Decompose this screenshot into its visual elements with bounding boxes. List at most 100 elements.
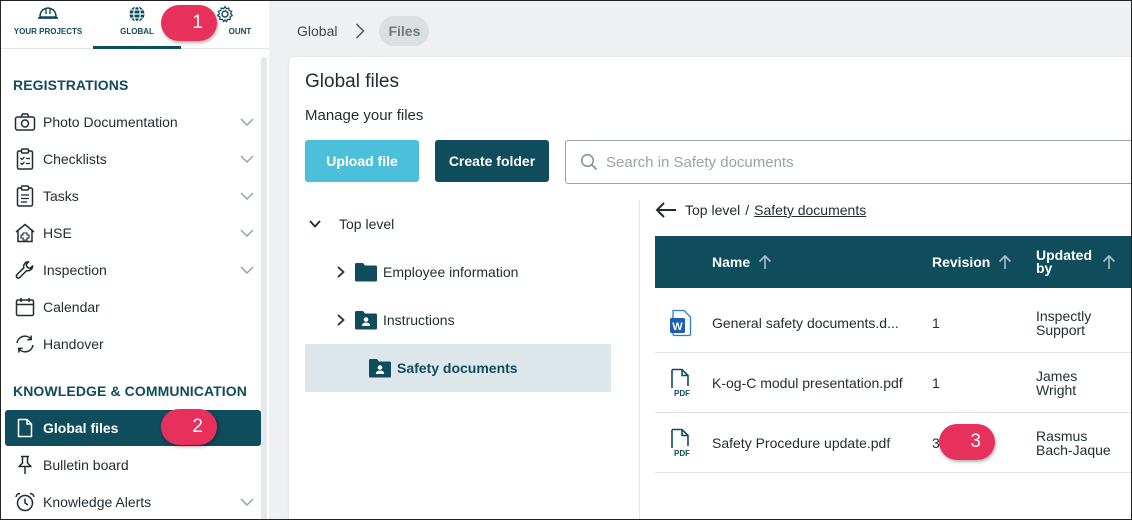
sort-arrow-icon[interactable] [998, 254, 1012, 270]
chevron-down-icon[interactable] [305, 220, 325, 228]
column-header-label: Updated by [1036, 248, 1092, 275]
file-revision: 1 [932, 315, 940, 331]
breadcrumb-global[interactable]: Global [297, 23, 337, 39]
path-root[interactable]: Top level [685, 202, 740, 218]
tree-root[interactable]: Top level [305, 200, 611, 248]
files-table: Name Revision Updated by W General safet… [655, 236, 1131, 473]
sort-arrow-icon[interactable] [758, 254, 772, 270]
chevron-right-icon[interactable] [331, 266, 351, 278]
column-header-name[interactable]: Name [712, 236, 772, 288]
file-updated-by: James Wright [1036, 353, 1077, 413]
updated-by-line: Wright [1036, 382, 1077, 398]
table-row[interactable]: PDF K-og-C modul presentation.pdf 1 Jame… [655, 353, 1131, 413]
wrench-icon [11, 260, 39, 280]
nav-global-label: GLOBAL [120, 27, 154, 36]
sidebar-item-label: Tasks [43, 188, 79, 204]
column-header-updated-by[interactable]: Updated by [1036, 236, 1116, 288]
sidebar-item-knowledge-alerts[interactable]: Knowledge Alerts [5, 484, 261, 519]
app-window: YOUR PROJECTS GLOBAL OUNT REGISTRATIONS … [0, 0, 1132, 520]
callout-pointer [945, 431, 959, 453]
breadcrumb-current: Files [379, 16, 430, 46]
nav-your-projects[interactable]: YOUR PROJECTS [1, 1, 95, 49]
sidebar-item-label: Inspection [43, 262, 107, 278]
file-updated-by: Inspectly Support [1036, 293, 1091, 353]
arrow-left-icon[interactable] [655, 202, 677, 218]
tree-root-label: Top level [339, 216, 395, 232]
chevron-down-icon[interactable] [233, 155, 261, 163]
checklist-icon [11, 148, 39, 170]
path-separator: / [745, 202, 750, 218]
main-content: Global Files Global files Manage your fi… [269, 1, 1131, 519]
sidebar-item-label: Global files [43, 420, 119, 436]
search-box[interactable] [565, 140, 1131, 184]
sidebar-item-photo-documentation[interactable]: Photo Documentation [5, 104, 261, 140]
nav-your-projects-label: YOUR PROJECTS [13, 27, 83, 36]
path-current[interactable]: Safety documents [754, 202, 866, 218]
word-doc-icon: W [669, 293, 693, 353]
folder-path: Top level / Safety documents [655, 200, 866, 220]
updated-by-line: Bach-Jaque [1036, 442, 1111, 458]
chevron-down-icon[interactable] [233, 229, 261, 237]
file-name[interactable]: K-og-C modul presentation.pdf [712, 353, 903, 413]
sidebar-item-global-files[interactable]: Global files [5, 410, 261, 446]
sidebar-item-inspection[interactable]: Inspection [5, 252, 261, 288]
table-row[interactable]: PDF Safety Procedure update.pdf 3 Rasmus… [655, 413, 1131, 473]
page-subtitle: Manage your files [305, 107, 424, 124]
clipboard-icon [11, 185, 39, 207]
callout-2: 2 [161, 408, 217, 446]
callout-1: 1 [161, 4, 217, 42]
tree-folder-label: Safety documents [397, 360, 518, 376]
column-header-revision[interactable]: Revision [932, 236, 1012, 288]
sidebar: YOUR PROJECTS GLOBAL OUNT REGISTRATIONS … [1, 1, 269, 519]
pdf-icon: PDF [669, 353, 695, 413]
shared-folder-icon [353, 310, 379, 330]
sidebar-item-label: Calendar [43, 299, 100, 315]
column-header-label: Revision [932, 254, 991, 270]
camera-icon [11, 112, 39, 132]
file-name[interactable]: Safety Procedure update.pdf [712, 413, 890, 473]
updated-by-line: Inspectly [1036, 308, 1092, 324]
sidebar-item-handover[interactable]: Handover [5, 326, 261, 362]
search-icon [580, 153, 600, 171]
sidebar-item-tasks[interactable]: Tasks [5, 178, 261, 214]
pin-icon [11, 455, 39, 475]
sidebar-item-label: Handover [43, 336, 104, 352]
hse-house-icon [11, 223, 39, 243]
file-name[interactable]: General safety documents.d... [712, 293, 899, 353]
sidebar-item-checklists[interactable]: Checklists [5, 141, 261, 177]
section-title-knowledge: KNOWLEDGE & COMMUNICATION [13, 383, 247, 399]
sidebar-scrollbar[interactable] [261, 57, 267, 519]
upload-file-button[interactable]: Upload file [305, 140, 419, 182]
tree-folder-instructions[interactable]: Instructions [305, 296, 611, 344]
updated-by-line: Rasmus [1036, 428, 1088, 444]
column-header-label: Name [712, 254, 751, 270]
chevron-right-icon[interactable] [331, 314, 351, 326]
search-input[interactable] [606, 153, 1126, 171]
create-folder-button[interactable]: Create folder [435, 140, 549, 182]
chevron-down-icon[interactable] [233, 192, 261, 200]
file-revision: 1 [932, 375, 940, 391]
sort-arrow-icon[interactable] [1102, 254, 1116, 270]
chevron-down-icon[interactable] [233, 266, 261, 274]
folder-icon [353, 262, 379, 282]
tree-folder-label: Employee information [383, 264, 519, 280]
sidebar-item-bulletin-board[interactable]: Bulletin board [5, 447, 261, 483]
pdf-icon: PDF [669, 413, 695, 473]
updated-by-line: James [1036, 368, 1078, 384]
svg-text:W: W [672, 321, 683, 333]
tree-folder-safety-documents[interactable]: Safety documents [305, 344, 611, 392]
sidebar-item-hse[interactable]: HSE [5, 215, 261, 251]
tree-folder-employee-information[interactable]: Employee information [305, 248, 611, 296]
handover-icon [11, 334, 39, 354]
chevron-down-icon[interactable] [233, 498, 261, 506]
table-row[interactable]: W General safety documents.d... 1 Inspec… [655, 293, 1131, 353]
sidebar-item-label: Checklists [43, 151, 107, 167]
calendar-icon [11, 297, 39, 317]
divider [639, 200, 640, 519]
sidebar-item-calendar[interactable]: Calendar [5, 289, 261, 325]
sidebar-item-label: Knowledge Alerts [43, 494, 152, 510]
chevron-down-icon[interactable] [233, 118, 261, 126]
page-title: Global files [305, 71, 399, 92]
table-header: Name Revision Updated by [655, 236, 1131, 288]
callout-3: 3 [939, 423, 995, 461]
